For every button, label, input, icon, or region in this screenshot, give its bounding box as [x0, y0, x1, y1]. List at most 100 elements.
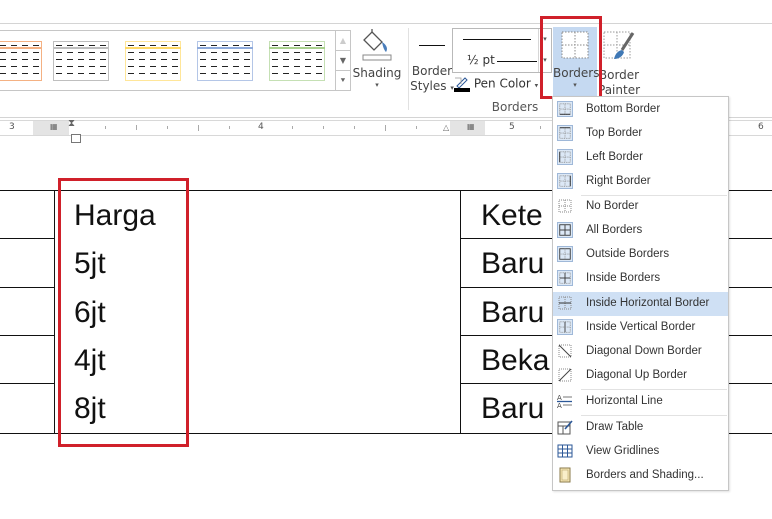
borders-group-label: Borders [491, 100, 539, 114]
inside-vertical-border-icon [557, 319, 573, 335]
ruler-number: 5 [509, 122, 515, 132]
menu-item-label: No Border [586, 200, 639, 212]
menu-item-label: Borders and Shading... [586, 469, 704, 481]
pen-color-label: Pen Color [473, 76, 531, 91]
outside-borders-icon [557, 246, 573, 262]
border-painter-button[interactable]: Border Painter [598, 30, 640, 100]
svg-text:A: A [557, 394, 562, 402]
left-border-icon [557, 149, 573, 165]
line-style-dropdown[interactable]: ▾ [452, 28, 552, 52]
shading-label: Shading [352, 66, 402, 80]
menu-item-label: All Borders [586, 224, 643, 236]
menu-item-outside-borders[interactable]: Outside Borders [553, 243, 728, 267]
table-style-orange[interactable] [0, 41, 42, 81]
menu-item-view-gridlines[interactable]: View Gridlines [553, 440, 728, 464]
table-column-divider [460, 190, 461, 434]
menu-item-label: Left Border [586, 151, 643, 163]
menu-item-label: Right Border [586, 175, 651, 187]
table-style-blue[interactable] [197, 41, 253, 81]
table-cell-keterangan[interactable]: Beka [481, 344, 549, 378]
pen-color-button[interactable]: Pen Color ▾ [454, 76, 538, 94]
group-separator [408, 28, 409, 110]
left-indent-box-icon[interactable] [71, 134, 81, 143]
ruler-number: 3 [9, 122, 15, 132]
view-gridlines-icon [557, 444, 573, 458]
menu-item-inside-borders[interactable]: Inside Borders [553, 267, 728, 291]
menu-item-horizontal-line[interactable]: AA Horizontal Line [553, 390, 728, 414]
border-styles-label-line2: Styles [410, 79, 447, 93]
borders-button-highlight-box [540, 16, 602, 99]
gallery-more-button[interactable]: ⯆ [336, 71, 350, 90]
menu-item-diagonal-up-border[interactable]: Diagonal Up Border [553, 364, 728, 388]
menu-item-inside-vertical-border[interactable]: Inside Vertical Border [553, 316, 728, 340]
inside-horizontal-border-icon [558, 296, 572, 310]
move-table-column-icon[interactable]: ▦ [467, 122, 475, 131]
row-divider [0, 238, 54, 239]
menu-item-draw-table[interactable]: Draw Table [553, 416, 728, 440]
gallery-scrollbar: ▲ ▼ ⯆ [335, 31, 350, 90]
menu-item-no-border[interactable]: No Border [553, 195, 728, 219]
ruler-number: 4 [258, 122, 264, 132]
table-column-divider [54, 190, 55, 434]
menu-item-label: Top Border [586, 127, 643, 139]
line-weight-value: ½ pt [467, 53, 495, 67]
border-painter-icon [603, 31, 635, 59]
bottom-border-icon [557, 101, 573, 117]
menu-item-left-border[interactable]: Left Border [553, 146, 728, 170]
diagonal-down-border-icon [558, 344, 572, 358]
menu-item-label: Diagonal Down Border [586, 345, 702, 357]
menu-item-all-borders[interactable]: All Borders [553, 219, 728, 243]
menu-item-borders-and-shading[interactable]: Borders and Shading... [553, 464, 728, 488]
gallery-scroll-up-button[interactable]: ▲ [336, 31, 350, 51]
menu-item-label: Bottom Border [586, 103, 661, 115]
menu-item-right-border[interactable]: Right Border [553, 170, 728, 194]
table-style-gray[interactable] [53, 41, 109, 81]
menu-item-top-border[interactable]: Top Border [553, 122, 728, 146]
table-style-gold[interactable] [125, 41, 181, 81]
no-border-icon [558, 199, 572, 213]
border-style-line-icon [419, 45, 445, 46]
menu-item-label: Horizontal Line [586, 395, 663, 407]
menu-item-label: Inside Vertical Border [586, 321, 696, 333]
row-divider [0, 287, 54, 288]
borders-dropdown-menu: Bottom Border Top Border Left Border Rig… [552, 96, 729, 491]
table-cell-keterangan[interactable]: Baru [481, 392, 544, 426]
row-divider [0, 383, 54, 384]
border-styles-label-line1: Border [411, 64, 453, 78]
table-cell-keterangan[interactable]: Baru [481, 247, 544, 281]
table-styles-gallery: ▲ ▼ ⯆ [0, 30, 351, 91]
line-weight-dropdown[interactable]: ½ pt ▾ [452, 50, 552, 73]
menu-item-bottom-border[interactable]: Bottom Border [553, 98, 728, 122]
borders-and-shading-icon [559, 467, 571, 483]
svg-text:A: A [557, 402, 562, 409]
menu-item-inside-horizontal-border[interactable]: Inside Horizontal Border [553, 292, 728, 316]
inside-borders-icon [557, 270, 573, 286]
row-divider [0, 335, 54, 336]
border-styles-label-line2-wrap: Styles ▾ [410, 79, 454, 96]
right-border-icon [557, 173, 573, 189]
right-indent-marker-icon[interactable]: △ [443, 123, 449, 132]
menu-item-label: Outside Borders [586, 248, 670, 260]
table-cell-keterangan-header[interactable]: Kete [481, 199, 543, 233]
shading-button[interactable]: Shading ▾ [352, 28, 402, 98]
pen-color-caret: ▾ [534, 81, 539, 90]
table-cell-keterangan[interactable]: Baru [481, 296, 544, 330]
draw-table-icon [557, 420, 573, 435]
menu-item-label: Inside Horizontal Border [586, 297, 710, 309]
top-border-icon [557, 125, 573, 141]
horizontal-line-icon: AA [557, 394, 572, 409]
line-weight-preview [497, 61, 537, 62]
shading-dropdown-caret[interactable]: ▾ [352, 81, 402, 89]
move-table-column-icon[interactable]: ▦ [50, 122, 58, 131]
pen-color-icon [454, 76, 470, 92]
menu-item-diagonal-down-border[interactable]: Diagonal Down Border [553, 340, 728, 364]
line-style-preview [463, 39, 531, 40]
gallery-scroll-down-button[interactable]: ▼ [336, 51, 350, 71]
table-style-green[interactable] [269, 41, 325, 81]
indent-marker-icon[interactable]: ⧗ [68, 118, 75, 129]
menu-item-label: View Gridlines [586, 445, 660, 457]
menu-item-label: Draw Table [586, 421, 644, 433]
all-borders-icon [557, 222, 573, 238]
border-styles-button[interactable]: Border Styles ▾ [410, 30, 454, 100]
harga-column-highlight-box [58, 178, 189, 447]
